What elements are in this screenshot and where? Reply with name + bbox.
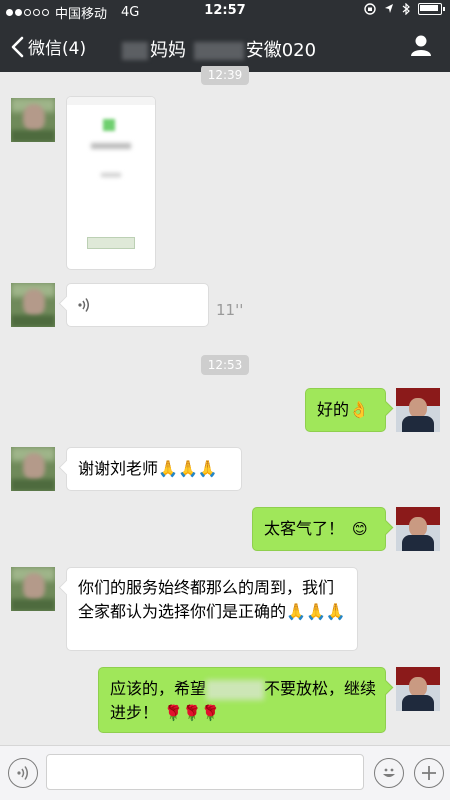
battery-icon: [418, 3, 445, 15]
plus-icon: [422, 766, 436, 780]
image-message[interactable]: [66, 96, 156, 270]
rotation-lock-icon: [364, 3, 376, 15]
redacted-name: [193, 42, 244, 60]
sender-avatar[interactable]: [11, 567, 55, 611]
back-label: 微信(4): [28, 39, 87, 59]
sender-avatar[interactable]: [11, 447, 55, 491]
chat-title-overlay: 妈妈 安徽020: [120, 36, 316, 62]
timestamp: 12:39: [0, 64, 450, 85]
chat-info-button-overlay[interactable]: [410, 34, 432, 60]
person-icon: [411, 35, 431, 56]
pray-emoji: 🙏🙏🙏: [158, 459, 218, 478]
status-right: [364, 3, 445, 15]
self-avatar[interactable]: [396, 388, 440, 432]
redacted-name: [122, 42, 148, 60]
smiley-emoji: 😊: [352, 520, 368, 538]
emoji-button[interactable]: [374, 758, 404, 788]
text-message[interactable]: 应该的，希望 不要放松，继续进步！ 🌹🌹🌹: [98, 667, 386, 733]
self-avatar[interactable]: [396, 507, 440, 551]
sender-avatar[interactable]: [11, 283, 55, 327]
smiley-icon: [383, 768, 395, 777]
text-message[interactable]: 谢谢刘老师🙏🙏🙏: [66, 447, 242, 491]
bluetooth-icon: [402, 3, 410, 15]
ok-hand-emoji: 👌: [349, 400, 369, 419]
self-avatar[interactable]: [396, 667, 440, 711]
location-icon: [385, 4, 393, 13]
text-message[interactable]: 你们的服务始终都那么的周到，我们全家都认为选择你们是正确的🙏🙏🙏: [66, 567, 358, 651]
voice-duration: 11'': [216, 301, 244, 319]
redacted-name: [206, 679, 265, 700]
sender-avatar[interactable]: [11, 98, 55, 142]
message-input[interactable]: [46, 754, 364, 790]
voice-wave-icon: [78, 298, 89, 312]
voice-message[interactable]: [66, 283, 209, 327]
status-bar: 中国移动 4G 12:57: [0, 0, 450, 22]
text-message[interactable]: 太客气了！ 😊: [252, 507, 386, 551]
voice-wave-icon: [17, 766, 28, 780]
pray-emoji: 🙏🙏🙏: [286, 602, 346, 621]
chevron-left-icon: [11, 36, 24, 57]
chat-title-part2: 安徽020: [245, 40, 317, 61]
input-bar: [0, 745, 450, 800]
timestamp: 12:53: [0, 354, 450, 375]
voice-input-button[interactable]: [8, 758, 38, 788]
text-message[interactable]: 好的👌: [305, 388, 386, 432]
chat-title-part1: 妈妈: [150, 40, 186, 61]
more-button[interactable]: [414, 758, 444, 788]
rose-emoji: 🌹🌹🌹: [164, 704, 221, 722]
back-button-overlay[interactable]: 微信(4): [10, 34, 86, 59]
